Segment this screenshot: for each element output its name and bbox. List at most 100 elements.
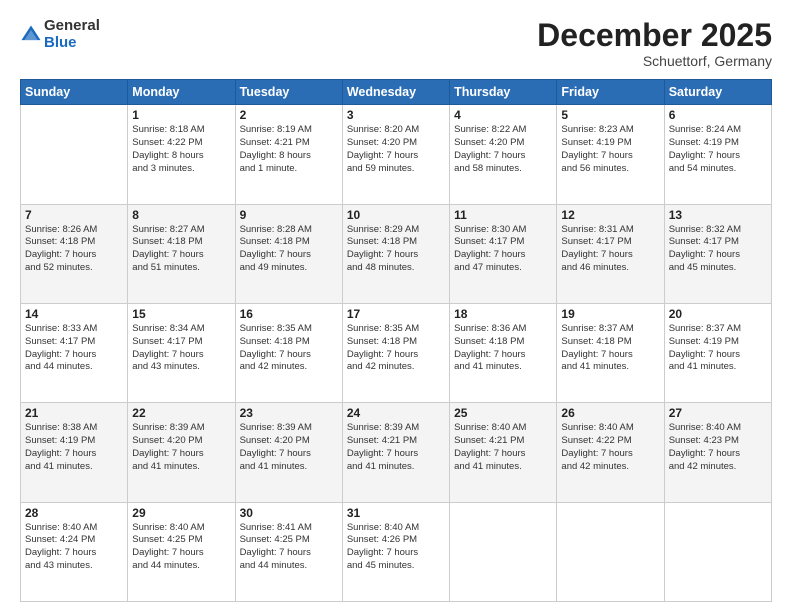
calendar-cell: 22 Sunrise: 8:39 AM Sunset: 4:20 PM Dayli… [128, 403, 235, 502]
day-info: Sunrise: 8:32 AM Sunset: 4:17 PM Dayligh… [669, 224, 767, 275]
day-number: 16 [240, 307, 338, 321]
calendar-cell: 26 Sunrise: 8:40 AM Sunset: 4:22 PM Dayli… [557, 403, 664, 502]
day-info: Sunrise: 8:39 AM Sunset: 4:20 PM Dayligh… [132, 422, 230, 473]
day-number: 8 [132, 208, 230, 222]
calendar-cell: 25 Sunrise: 8:40 AM Sunset: 4:21 PM Dayli… [450, 403, 557, 502]
day-info: Sunrise: 8:40 AM Sunset: 4:21 PM Dayligh… [454, 422, 552, 473]
logo-text: General Blue [44, 18, 100, 51]
day-number: 22 [132, 406, 230, 420]
day-number: 18 [454, 307, 552, 321]
day-info: Sunrise: 8:40 AM Sunset: 4:23 PM Dayligh… [669, 422, 767, 473]
calendar-week-3: 14 Sunrise: 8:33 AM Sunset: 4:17 PM Dayli… [21, 303, 772, 402]
calendar-cell: 7 Sunrise: 8:26 AM Sunset: 4:18 PM Daylig… [21, 204, 128, 303]
calendar-cell: 9 Sunrise: 8:28 AM Sunset: 4:18 PM Daylig… [235, 204, 342, 303]
day-number: 25 [454, 406, 552, 420]
month-title: December 2025 [537, 18, 772, 53]
calendar-cell: 19 Sunrise: 8:37 AM Sunset: 4:18 PM Dayli… [557, 303, 664, 402]
calendar-cell [21, 105, 128, 204]
day-info: Sunrise: 8:31 AM Sunset: 4:17 PM Dayligh… [561, 224, 659, 275]
calendar-header-row: Sunday Monday Tuesday Wednesday Thursday… [21, 80, 772, 105]
day-number: 5 [561, 108, 659, 122]
day-number: 12 [561, 208, 659, 222]
day-info: Sunrise: 8:35 AM Sunset: 4:18 PM Dayligh… [347, 323, 445, 374]
day-number: 31 [347, 506, 445, 520]
day-info: Sunrise: 8:23 AM Sunset: 4:19 PM Dayligh… [561, 124, 659, 175]
day-number: 24 [347, 406, 445, 420]
calendar-cell: 27Sunrise: 8:40 AM Sunset: 4:23 PM Dayli… [664, 403, 771, 502]
calendar-cell: 13 Sunrise: 8:32 AM Sunset: 4:17 PM Dayli… [664, 204, 771, 303]
day-number: 21 [25, 406, 123, 420]
day-number: 4 [454, 108, 552, 122]
day-number: 1 [132, 108, 230, 122]
logo-general-text: General [44, 17, 100, 34]
day-info: Sunrise: 8:36 AM Sunset: 4:18 PM Dayligh… [454, 323, 552, 374]
day-info: Sunrise: 8:26 AM Sunset: 4:18 PM Dayligh… [25, 224, 123, 275]
day-info: Sunrise: 8:39 AM Sunset: 4:20 PM Dayligh… [240, 422, 338, 473]
day-info: Sunrise: 8:24 AM Sunset: 4:19 PM Dayligh… [669, 124, 767, 175]
day-number: 26 [561, 406, 659, 420]
logo-icon [20, 24, 42, 46]
calendar-cell: 31 Sunrise: 8:40 AM Sunset: 4:26 PM Dayli… [342, 502, 449, 601]
day-info: Sunrise: 8:38 AM Sunset: 4:19 PM Dayligh… [25, 422, 123, 473]
day-info: Sunrise: 8:40 AM Sunset: 4:25 PM Dayligh… [132, 522, 230, 573]
calendar-cell: 30 Sunrise: 8:41 AM Sunset: 4:25 PM Dayli… [235, 502, 342, 601]
day-number: 29 [132, 506, 230, 520]
calendar-cell: 15 Sunrise: 8:34 AM Sunset: 4:17 PM Dayli… [128, 303, 235, 402]
day-info: Sunrise: 8:18 AM Sunset: 4:22 PM Dayligh… [132, 124, 230, 175]
calendar-cell: 29 Sunrise: 8:40 AM Sunset: 4:25 PM Dayli… [128, 502, 235, 601]
col-monday: Monday [128, 80, 235, 105]
day-info: Sunrise: 8:40 AM Sunset: 4:26 PM Dayligh… [347, 522, 445, 573]
day-info: Sunrise: 8:40 AM Sunset: 4:24 PM Dayligh… [25, 522, 123, 573]
header: General Blue December 2025 Schuettorf, G… [20, 18, 772, 69]
day-info: Sunrise: 8:28 AM Sunset: 4:18 PM Dayligh… [240, 224, 338, 275]
calendar-cell: 21 Sunrise: 8:38 AM Sunset: 4:19 PM Dayli… [21, 403, 128, 502]
day-number: 23 [240, 406, 338, 420]
day-info: Sunrise: 8:37 AM Sunset: 4:18 PM Dayligh… [561, 323, 659, 374]
day-number: 7 [25, 208, 123, 222]
day-number: 15 [132, 307, 230, 321]
day-info: Sunrise: 8:29 AM Sunset: 4:18 PM Dayligh… [347, 224, 445, 275]
calendar-cell: 10Sunrise: 8:29 AM Sunset: 4:18 PM Dayli… [342, 204, 449, 303]
col-sunday: Sunday [21, 80, 128, 105]
calendar-cell [450, 502, 557, 601]
calendar-cell: 1 Sunrise: 8:18 AM Sunset: 4:22 PM Daylig… [128, 105, 235, 204]
day-info: Sunrise: 8:33 AM Sunset: 4:17 PM Dayligh… [25, 323, 123, 374]
calendar-cell: 24 Sunrise: 8:39 AM Sunset: 4:21 PM Dayli… [342, 403, 449, 502]
title-block: December 2025 Schuettorf, Germany [537, 18, 772, 69]
day-info: Sunrise: 8:40 AM Sunset: 4:22 PM Dayligh… [561, 422, 659, 473]
calendar-week-2: 7 Sunrise: 8:26 AM Sunset: 4:18 PM Daylig… [21, 204, 772, 303]
calendar-cell: 14 Sunrise: 8:33 AM Sunset: 4:17 PM Dayli… [21, 303, 128, 402]
calendar-cell: 4 Sunrise: 8:22 AM Sunset: 4:20 PM Daylig… [450, 105, 557, 204]
calendar-cell: 6 Sunrise: 8:24 AM Sunset: 4:19 PM Daylig… [664, 105, 771, 204]
day-info: Sunrise: 8:30 AM Sunset: 4:17 PM Dayligh… [454, 224, 552, 275]
calendar-cell: 28Sunrise: 8:40 AM Sunset: 4:24 PM Dayli… [21, 502, 128, 601]
day-number: 30 [240, 506, 338, 520]
day-number: 13 [669, 208, 767, 222]
calendar-week-1: 1 Sunrise: 8:18 AM Sunset: 4:22 PM Daylig… [21, 105, 772, 204]
calendar-cell: 18 Sunrise: 8:36 AM Sunset: 4:18 PM Dayli… [450, 303, 557, 402]
page: General Blue December 2025 Schuettorf, G… [0, 0, 792, 612]
calendar-week-5: 28Sunrise: 8:40 AM Sunset: 4:24 PM Dayli… [21, 502, 772, 601]
day-number: 17 [347, 307, 445, 321]
logo: General Blue [20, 18, 100, 51]
day-number: 2 [240, 108, 338, 122]
day-number: 6 [669, 108, 767, 122]
day-number: 20 [669, 307, 767, 321]
day-info: Sunrise: 8:39 AM Sunset: 4:21 PM Dayligh… [347, 422, 445, 473]
calendar-cell: 3 Sunrise: 8:20 AM Sunset: 4:20 PM Daylig… [342, 105, 449, 204]
calendar-cell: 17 Sunrise: 8:35 AM Sunset: 4:18 PM Dayli… [342, 303, 449, 402]
calendar-week-4: 21 Sunrise: 8:38 AM Sunset: 4:19 PM Dayli… [21, 403, 772, 502]
day-number: 19 [561, 307, 659, 321]
calendar-table: Sunday Monday Tuesday Wednesday Thursday… [20, 79, 772, 602]
day-info: Sunrise: 8:34 AM Sunset: 4:17 PM Dayligh… [132, 323, 230, 374]
day-number: 9 [240, 208, 338, 222]
day-info: Sunrise: 8:22 AM Sunset: 4:20 PM Dayligh… [454, 124, 552, 175]
col-saturday: Saturday [664, 80, 771, 105]
day-number: 14 [25, 307, 123, 321]
calendar-cell: 2Sunrise: 8:19 AM Sunset: 4:21 PM Daylig… [235, 105, 342, 204]
day-info: Sunrise: 8:20 AM Sunset: 4:20 PM Dayligh… [347, 124, 445, 175]
day-info: Sunrise: 8:41 AM Sunset: 4:25 PM Dayligh… [240, 522, 338, 573]
calendar-cell: 23 Sunrise: 8:39 AM Sunset: 4:20 PM Dayli… [235, 403, 342, 502]
day-info: Sunrise: 8:37 AM Sunset: 4:19 PM Dayligh… [669, 323, 767, 374]
day-number: 3 [347, 108, 445, 122]
